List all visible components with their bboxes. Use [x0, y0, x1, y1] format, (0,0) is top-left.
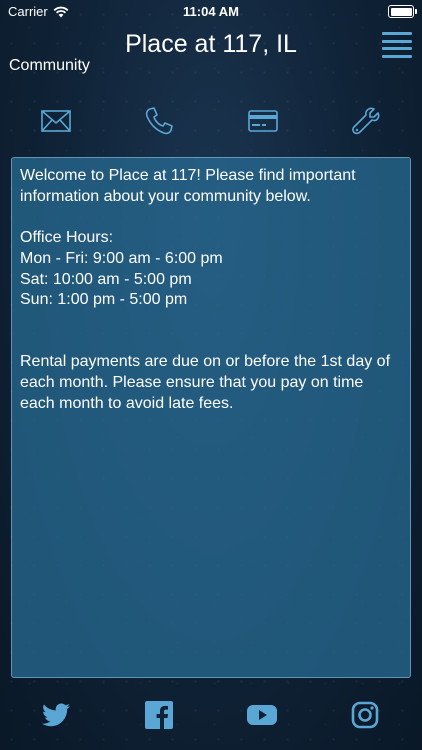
twitter-icon	[42, 703, 70, 727]
community-info-card: Welcome to Place at 117! Please find imp…	[11, 157, 411, 678]
instagram-link[interactable]	[350, 700, 380, 730]
mail-icon	[41, 110, 71, 132]
facebook-link[interactable]	[144, 700, 174, 730]
page-subtitle: Community	[9, 57, 90, 74]
twitter-link[interactable]	[41, 700, 71, 730]
facebook-icon	[145, 701, 173, 729]
youtube-icon	[247, 705, 277, 725]
credit-card-icon	[248, 110, 278, 132]
battery-icon	[388, 5, 417, 18]
phone-icon	[145, 107, 173, 135]
office-hours-heading: Office Hours:	[20, 229, 114, 247]
action-toolbar	[0, 103, 422, 139]
rental-notice-text: Rental payments are due on or before the…	[20, 353, 391, 412]
payment-button[interactable]	[243, 103, 283, 139]
status-time: 11:04 AM	[183, 4, 239, 19]
hours-sunday: Sun: 1:00 pm - 5:00 pm	[20, 291, 188, 309]
social-links	[0, 700, 422, 730]
wrench-icon	[352, 107, 380, 135]
mail-button[interactable]	[36, 103, 76, 139]
status-bar: Carrier 11:04 AM	[0, 0, 422, 24]
maintenance-button[interactable]	[346, 103, 386, 139]
hours-weekday: Mon - Fri: 9:00 am - 6:00 pm	[20, 249, 223, 267]
welcome-text: Welcome to Place at 117! Please find imp…	[20, 167, 356, 205]
instagram-icon	[351, 701, 379, 729]
phone-button[interactable]	[139, 103, 179, 139]
hours-saturday: Sat: 10:00 am - 5:00 pm	[20, 270, 192, 288]
page-title: Place at 117, IL	[125, 30, 297, 58]
youtube-link[interactable]	[247, 700, 277, 730]
hamburger-menu-icon[interactable]	[382, 32, 412, 58]
